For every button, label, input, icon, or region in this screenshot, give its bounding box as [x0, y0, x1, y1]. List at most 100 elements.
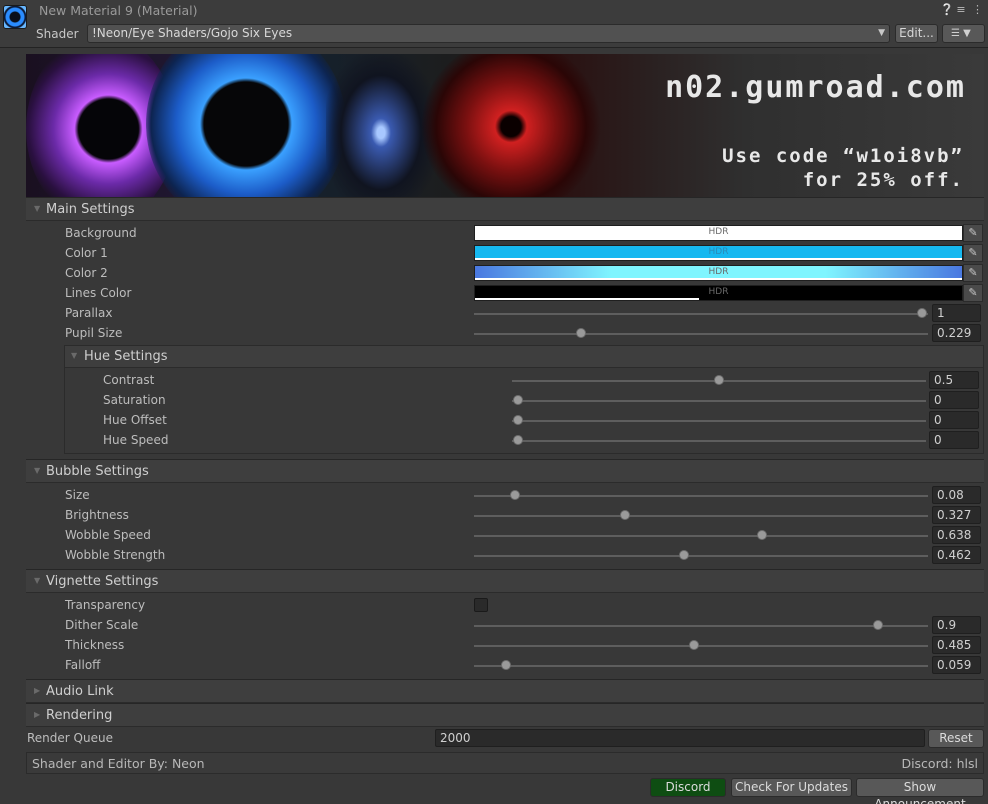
slider-thumb[interactable] — [872, 620, 883, 630]
eyedropper-icon[interactable]: ✎ — [963, 284, 983, 302]
slider-track[interactable] — [474, 625, 928, 627]
color1-field[interactable]: HDR — [474, 245, 963, 261]
check-updates-button[interactable]: Check For Updates — [731, 778, 852, 797]
material-icon — [3, 5, 27, 29]
background-color-field[interactable]: HDR — [474, 225, 963, 241]
credits-right: Discord: hlsl — [901, 756, 978, 771]
hue-speed-value-field[interactable]: 0 — [929, 431, 979, 449]
prop-label: Dither Scale — [65, 618, 139, 632]
lines-color-field[interactable]: HDR — [474, 285, 963, 301]
prop-row-color1: Color 1 HDR ✎ — [0, 243, 988, 263]
section-bubble-settings[interactable]: ▼ Bubble Settings — [26, 459, 984, 483]
slider-track[interactable] — [474, 535, 928, 537]
material-title: New Material 9 (Material) — [39, 3, 198, 18]
slider-thumb[interactable] — [513, 415, 523, 425]
prop-label: Transparency — [65, 598, 146, 612]
size-value-field[interactable]: 0.08 — [932, 486, 981, 504]
section-hue-settings[interactable]: ▼ Hue Settings — [64, 345, 984, 368]
falloff-value-field[interactable]: 0.059 — [932, 656, 981, 674]
triangle-down-icon: ▼ — [34, 576, 41, 585]
slider-thumb[interactable] — [501, 660, 512, 670]
prop-label: Saturation — [103, 393, 166, 407]
parallax-value-field[interactable]: 1 — [932, 304, 981, 322]
slider-track[interactable] — [474, 495, 928, 497]
slider-track[interactable] — [474, 515, 928, 517]
eyedropper-icon[interactable]: ✎ — [963, 224, 983, 242]
alpha-bar — [475, 278, 962, 280]
slider-track[interactable] — [474, 665, 928, 667]
section-main-settings[interactable]: ▼ Main Settings — [26, 197, 984, 221]
eyedropper-icon[interactable]: ✎ — [963, 244, 983, 262]
hue-offset-value-field[interactable]: 0 — [929, 411, 979, 429]
section-title: Main Settings — [46, 202, 135, 217]
prop-row-saturation: Saturation 0 — [0, 390, 988, 410]
pupil-size-value-field[interactable]: 0.229 — [932, 324, 981, 342]
slider-thumb[interactable] — [513, 395, 523, 405]
slider-thumb[interactable] — [576, 328, 587, 338]
slider-thumb[interactable] — [679, 550, 690, 560]
slider-thumb[interactable] — [756, 530, 767, 540]
section-title: Vignette Settings — [46, 574, 159, 589]
triangle-right-icon: ▶ — [34, 686, 41, 695]
slider-track[interactable] — [512, 420, 926, 422]
credits-left: Shader and Editor By: Neon — [32, 756, 205, 771]
prop-row-color2: Color 2 HDR ✎ — [0, 263, 988, 283]
reset-button[interactable]: Reset — [928, 729, 984, 748]
triangle-down-icon: ▼ — [34, 466, 41, 475]
eyedropper-icon[interactable]: ✎ — [963, 264, 983, 282]
contrast-value-field[interactable]: 0.5 — [929, 371, 979, 389]
wobble-strength-value-field[interactable]: 0.462 — [932, 546, 981, 564]
edit-button[interactable]: Edit... — [895, 24, 938, 43]
slider-thumb[interactable] — [689, 640, 700, 650]
thickness-value-field[interactable]: 0.485 — [932, 636, 981, 654]
show-announcement-button[interactable]: Show Announcement — [856, 778, 984, 804]
discord-button[interactable]: Discord — [650, 778, 726, 797]
prop-label: Pupil Size — [65, 326, 123, 340]
dither-scale-value-field[interactable]: 0.9 — [932, 616, 981, 634]
render-queue-field[interactable]: 2000 — [435, 729, 925, 747]
wobble-speed-value-field[interactable]: 0.638 — [932, 526, 981, 544]
slider-thumb[interactable] — [510, 490, 521, 500]
section-vignette-settings[interactable]: ▼ Vignette Settings — [26, 569, 984, 593]
shader-dropdown[interactable]: !Neon/Eye Shaders/Gojo Six Eyes ▼ — [87, 24, 890, 43]
settings-icon[interactable]: ≡ — [956, 3, 966, 16]
slider-thumb[interactable] — [513, 435, 523, 445]
slider-track[interactable] — [474, 645, 928, 647]
transparency-checkbox[interactable] — [474, 598, 488, 612]
more-icon[interactable]: ⋮ — [972, 3, 983, 16]
shader-label: Shader — [36, 27, 79, 41]
slider-track[interactable] — [512, 400, 926, 402]
section-audio-link[interactable]: ▶ Audio Link — [26, 679, 984, 703]
prop-row-falloff: Falloff 0.059 — [0, 655, 988, 675]
chevron-down-icon: ▼ — [878, 28, 885, 38]
shader-menu-button[interactable]: ☰ ▼ — [942, 24, 985, 43]
prop-label: Hue Speed — [103, 433, 169, 447]
color2-field[interactable]: HDR — [474, 265, 963, 281]
slider-track[interactable] — [474, 555, 928, 557]
prop-row-contrast: Contrast 0.5 — [0, 370, 988, 390]
slider-thumb[interactable] — [714, 375, 724, 385]
prop-row-lines-color: Lines Color HDR ✎ — [0, 283, 988, 303]
prop-label: Lines Color — [65, 286, 132, 300]
slider-track[interactable] — [474, 333, 928, 335]
help-icon[interactable]: ❔ — [940, 3, 954, 16]
hdr-badge: HDR — [708, 227, 729, 237]
slider-thumb[interactable] — [917, 308, 927, 318]
render-queue-row: Render Queue 2000 Reset — [0, 729, 988, 749]
promo-banner[interactable]: n02.gumroad.com Use code “w1oi8vb” for 2… — [26, 54, 984, 197]
saturation-value-field[interactable]: 0 — [929, 391, 979, 409]
prop-label: Wobble Speed — [65, 528, 151, 542]
slider-track[interactable] — [512, 440, 926, 442]
slider-track[interactable] — [474, 313, 928, 315]
shader-value: !Neon/Eye Shaders/Gojo Six Eyes — [92, 26, 293, 40]
prop-label: Color 1 — [65, 246, 108, 260]
prop-label: Falloff — [65, 658, 101, 672]
prop-label: Thickness — [65, 638, 125, 652]
prop-label: Background — [65, 226, 137, 240]
slider-thumb[interactable] — [619, 510, 630, 520]
section-rendering[interactable]: ▶ Rendering — [26, 703, 984, 727]
brightness-value-field[interactable]: 0.327 — [932, 506, 981, 524]
prop-row-background: Background HDR ✎ — [0, 223, 988, 243]
prop-row-wobble-speed: Wobble Speed 0.638 — [0, 525, 988, 545]
prop-label: Color 2 — [65, 266, 108, 280]
